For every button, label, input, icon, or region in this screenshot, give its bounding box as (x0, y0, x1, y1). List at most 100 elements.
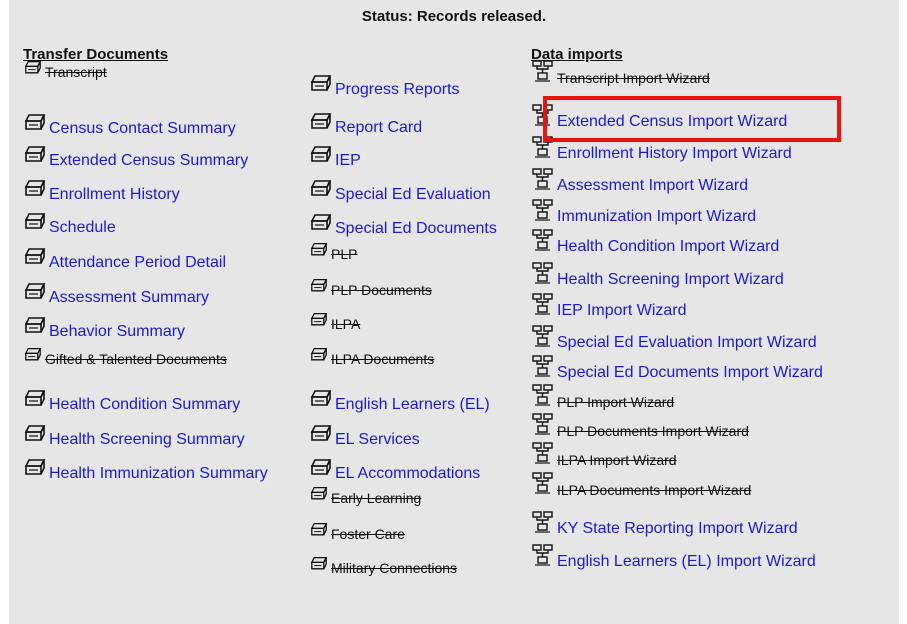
wizard-icon (531, 229, 555, 256)
document-english-learners-el[interactable]: English Learners (EL) (309, 389, 490, 414)
item-label: Assessment Import Wizard (557, 177, 749, 194)
document-special-ed-evaluation[interactable]: Special Ed Evaluation (309, 179, 491, 204)
item-label: Health Screening Summary (49, 431, 245, 448)
item-label: PLP (331, 246, 358, 262)
import-transcript-import-wizard: Transcript Import Wizard (531, 60, 710, 87)
item-label: PLP Documents Import Wizard (557, 423, 749, 439)
item-label: IEP (335, 152, 361, 169)
printer-icon (309, 556, 329, 577)
printer-icon (23, 458, 47, 483)
item-label: Special Ed Documents (335, 220, 497, 237)
printer-icon (309, 458, 333, 483)
document-schedule[interactable]: Schedule (23, 212, 116, 237)
printer-icon (23, 145, 47, 170)
item-label: English Learners (EL) (335, 396, 490, 413)
document-attendance-period-detail[interactable]: Attendance Period Detail (23, 247, 226, 272)
item-label: ILPA Import Wizard (557, 452, 677, 468)
item-label: Health Condition Import Wizard (557, 238, 780, 255)
printer-icon (309, 312, 329, 333)
printer-icon (23, 282, 47, 307)
item-label: Progress Reports (335, 81, 460, 98)
document-plp: PLP (309, 242, 357, 263)
printer-icon (309, 522, 329, 543)
printer-icon (309, 145, 333, 170)
item-label: Health Screening Import Wizard (557, 271, 784, 288)
item-label: PLP Import Wizard (557, 394, 675, 410)
printer-icon (23, 212, 47, 237)
document-special-ed-documents[interactable]: Special Ed Documents (309, 213, 497, 238)
document-gifted-talented-documents: Gifted & Talented Documents (23, 347, 227, 368)
wizard-icon (531, 384, 555, 411)
import-health-condition-import-wizard[interactable]: Health Condition Import Wizard (531, 229, 779, 256)
item-label: Health Condition Summary (49, 396, 241, 413)
item-label: Military Connections (331, 560, 458, 576)
document-enrollment-history[interactable]: Enrollment History (23, 179, 180, 204)
document-behavior-summary[interactable]: Behavior Summary (23, 316, 185, 341)
item-label: Immunization Import Wizard (557, 208, 757, 225)
document-early-learning: Early Learning (309, 486, 421, 507)
wizard-icon (531, 325, 555, 352)
highlight-box (543, 96, 841, 142)
import-english-learners-el-import-wizard[interactable]: English Learners (EL) Import Wizard (531, 544, 816, 571)
printer-icon (309, 278, 329, 299)
item-label: Special Ed Evaluation (335, 186, 491, 203)
import-plp-import-wizard: PLP Import Wizard (531, 384, 674, 411)
item-label: Extended Census Summary (49, 152, 249, 169)
wizard-icon (531, 168, 555, 195)
import-assessment-import-wizard[interactable]: Assessment Import Wizard (531, 168, 748, 195)
document-report-card[interactable]: Report Card (309, 112, 422, 137)
wizard-icon (531, 199, 555, 226)
document-el-accommodations[interactable]: EL Accommodations (309, 458, 480, 483)
document-ilpa-documents: ILPA Documents (309, 347, 434, 368)
item-label: Special Ed Evaluation Import Wizard (557, 334, 817, 351)
printer-icon (23, 316, 47, 341)
wizard-icon (531, 472, 555, 499)
document-iep[interactable]: IEP (309, 145, 361, 170)
import-health-screening-import-wizard[interactable]: Health Screening Import Wizard (531, 262, 784, 289)
item-label: Transcript Import Wizard (557, 70, 710, 86)
wizard-icon (531, 293, 555, 320)
document-health-screening-summary[interactable]: Health Screening Summary (23, 424, 245, 449)
document-health-condition-summary[interactable]: Health Condition Summary (23, 389, 240, 414)
import-ky-state-reporting-import-wizard[interactable]: KY State Reporting Import Wizard (531, 511, 798, 538)
import-immunization-import-wizard[interactable]: Immunization Import Wizard (531, 199, 756, 226)
printer-icon (23, 389, 47, 414)
printer-icon (309, 242, 329, 263)
item-label: IEP Import Wizard (557, 302, 687, 319)
document-foster-care: Foster Care (309, 522, 405, 543)
document-health-immunization-summary[interactable]: Health Immunization Summary (23, 458, 268, 483)
printer-icon (309, 389, 333, 414)
import-plp-documents-import-wizard: PLP Documents Import Wizard (531, 413, 749, 440)
item-label: PLP Documents (331, 282, 432, 298)
document-assessment-summary[interactable]: Assessment Summary (23, 282, 209, 307)
printer-icon (23, 113, 47, 138)
document-progress-reports[interactable]: Progress Reports (309, 74, 460, 99)
item-label: Census Contact Summary (49, 120, 236, 137)
printer-icon (23, 60, 43, 81)
item-label: Behavior Summary (49, 323, 186, 340)
document-extended-census-summary[interactable]: Extended Census Summary (23, 145, 248, 170)
item-label: EL Services (335, 431, 420, 448)
printer-icon (23, 247, 47, 272)
document-census-contact-summary[interactable]: Census Contact Summary (23, 113, 236, 138)
import-special-ed-evaluation-import-wizard[interactable]: Special Ed Evaluation Import Wizard (531, 325, 817, 352)
printer-icon (309, 213, 333, 238)
printer-icon (309, 424, 333, 449)
status-message: Status: Records released. (361, 8, 547, 25)
import-special-ed-documents-import-wizard[interactable]: Special Ed Documents Import Wizard (531, 355, 823, 382)
item-label: Assessment Summary (49, 289, 210, 306)
import-iep-import-wizard[interactable]: IEP Import Wizard (531, 293, 687, 320)
item-label: Special Ed Documents Import Wizard (557, 364, 823, 381)
item-label: English Learners (EL) Import Wizard (557, 553, 816, 570)
item-label: Foster Care (331, 526, 405, 542)
document-el-services[interactable]: EL Services (309, 424, 420, 449)
item-label: Early Learning (331, 490, 422, 506)
wizard-icon (531, 544, 555, 571)
printer-icon (309, 74, 333, 99)
printer-icon (309, 112, 333, 137)
document-transcript: Transcript (23, 60, 107, 81)
printer-icon (309, 179, 333, 204)
item-label: Health Immunization Summary (49, 465, 268, 482)
wizard-icon (531, 511, 555, 538)
records-panel: Status: Records released. Transfer Docum… (9, 0, 899, 624)
